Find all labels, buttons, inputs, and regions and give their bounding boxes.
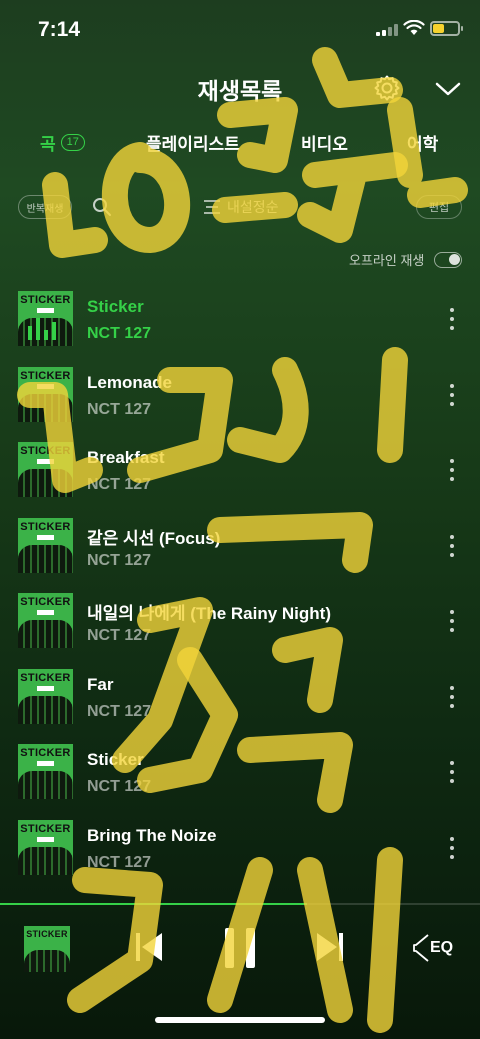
tab-songs[interactable]: 곡 17 bbox=[40, 130, 85, 155]
song-title: Far bbox=[87, 674, 114, 694]
song-artist: NCT 127 bbox=[87, 400, 152, 418]
song-row[interactable]: STICKER Lemonade NCT 127 bbox=[0, 364, 480, 440]
repeat-button[interactable]: 반복재생 bbox=[18, 195, 72, 219]
more-icon[interactable] bbox=[449, 610, 455, 632]
more-icon[interactable] bbox=[449, 534, 455, 557]
song-list: STICKER Sticker NCT 127 STICKER Lemonade… bbox=[0, 288, 480, 892]
song-row[interactable]: STICKER Far NCT 127 bbox=[0, 666, 480, 742]
status-time: 7:14 bbox=[38, 18, 81, 41]
more-icon[interactable] bbox=[449, 383, 455, 406]
song-row[interactable]: STICKER Sticker NCT 127 bbox=[0, 741, 480, 817]
now-playing-icon bbox=[28, 316, 56, 340]
signal-icon bbox=[376, 24, 398, 36]
chevron-down-icon[interactable] bbox=[434, 80, 462, 98]
song-title: Sticker bbox=[87, 297, 144, 316]
battery-icon bbox=[430, 21, 463, 36]
eq-label: EQ bbox=[430, 939, 454, 956]
album-cover: STICKER bbox=[18, 819, 73, 875]
more-icon[interactable] bbox=[449, 836, 455, 859]
album-cover: STICKER bbox=[18, 366, 73, 422]
eq-button[interactable]: EQ bbox=[412, 933, 453, 963]
album-cover: STICKER bbox=[18, 744, 73, 799]
previous-track-icon[interactable] bbox=[134, 931, 164, 963]
song-artist: NCT 127 bbox=[87, 702, 152, 720]
tab-video[interactable]: 비디오 bbox=[301, 130, 348, 155]
song-title: 내일의 나에게 (The Rainy Night) bbox=[87, 604, 332, 623]
song-title: Breakfast bbox=[87, 448, 165, 467]
song-artist: NCT 127 bbox=[87, 778, 152, 795]
song-artist: NCT 127 bbox=[87, 325, 152, 342]
edit-button[interactable]: 편집 bbox=[416, 195, 462, 219]
sort-label: 내설정순 bbox=[227, 199, 279, 215]
tab-language[interactable]: 어학 bbox=[407, 130, 438, 155]
song-row[interactable]: STICKER Bring The Noize NCT 127 bbox=[0, 817, 480, 893]
next-track-icon[interactable] bbox=[315, 931, 345, 963]
offline-label: 오프라인 재생 bbox=[349, 253, 425, 268]
gear-icon[interactable] bbox=[373, 74, 401, 102]
song-title: 같은 시선 (Focus) bbox=[87, 528, 221, 548]
offline-play: 오프라인 재생 bbox=[349, 250, 463, 269]
song-row[interactable]: STICKER 내일의 나에게 (The Rainy Night) NCT 12… bbox=[0, 590, 480, 666]
pause-icon[interactable] bbox=[222, 927, 258, 969]
sort-lines-icon bbox=[204, 200, 220, 214]
album-cover: STICKER bbox=[18, 517, 73, 573]
offline-toggle[interactable] bbox=[434, 251, 463, 268]
status-bar: 7:14 bbox=[0, 0, 480, 60]
song-artist: NCT 127 bbox=[87, 476, 152, 493]
more-icon[interactable] bbox=[449, 685, 455, 708]
song-row[interactable]: STICKER 같은 시선 (Focus) NCT 127 bbox=[0, 515, 480, 591]
wifi-icon bbox=[403, 20, 425, 35]
song-row[interactable]: STICKER Sticker NCT 127 bbox=[0, 288, 480, 364]
album-cover: STICKER bbox=[18, 291, 73, 346]
list-toolbar: 반복재생 내설정순 편집 bbox=[0, 193, 480, 223]
song-count-badge: 17 bbox=[60, 134, 85, 151]
album-cover: STICKER bbox=[18, 668, 73, 724]
tab-bar: 곡 17 플레이리스트 비디오 어학 bbox=[0, 130, 480, 160]
album-cover: STICKER bbox=[18, 593, 73, 648]
album-cover: STICKER bbox=[18, 442, 73, 497]
more-icon[interactable] bbox=[449, 459, 455, 481]
page-title: 재생목록 bbox=[197, 78, 283, 104]
more-icon[interactable] bbox=[449, 761, 455, 783]
song-title: Sticker bbox=[87, 750, 144, 769]
song-title: Lemonade bbox=[87, 372, 173, 392]
more-icon[interactable] bbox=[449, 308, 455, 330]
song-artist: NCT 127 bbox=[87, 853, 152, 871]
now-playing-cover[interactable]: STICKER bbox=[24, 926, 70, 972]
home-indicator[interactable] bbox=[155, 1017, 325, 1023]
song-title: Bring The Noize bbox=[87, 825, 217, 845]
tab-playlists[interactable]: 플레이리스트 bbox=[146, 130, 240, 155]
song-artist: NCT 127 bbox=[87, 551, 152, 569]
song-artist: NCT 127 bbox=[87, 627, 152, 644]
tab-songs-label: 곡 bbox=[40, 135, 56, 154]
speaker-icon bbox=[413, 934, 429, 962]
search-icon[interactable] bbox=[92, 197, 112, 217]
sort-button[interactable]: 내설정순 bbox=[203, 197, 279, 217]
song-row[interactable]: STICKER Breakfast NCT 127 bbox=[0, 439, 480, 515]
